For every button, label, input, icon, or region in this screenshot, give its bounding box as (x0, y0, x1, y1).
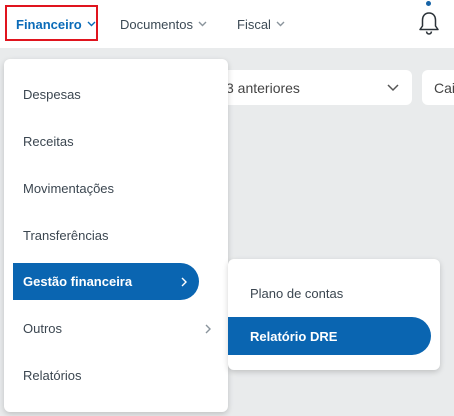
menu-item-despesas[interactable]: Despesas (13, 76, 199, 113)
nav-item-fiscal[interactable]: Fiscal (237, 0, 285, 48)
gestao-financeira-submenu: Plano de contas Relatório DRE (228, 259, 440, 370)
period-select[interactable]: 3 anteriores (208, 70, 412, 105)
secondary-filter-value: Cai (434, 79, 454, 96)
submenu-item-plano-de-contas[interactable]: Plano de contas (228, 274, 431, 312)
chevron-right-icon (205, 324, 211, 334)
menu-item-movimentacoes[interactable]: Movimentações (13, 170, 199, 207)
menu-item-label: Gestão financeira (23, 274, 133, 289)
chevron-right-icon (181, 277, 187, 287)
chevron-down-icon (87, 21, 96, 27)
menu-item-transferencias[interactable]: Transferências (13, 217, 199, 254)
menu-item-gestao-financeira[interactable]: Gestão financeira (13, 263, 199, 300)
menu-item-label: Despesas (23, 87, 81, 102)
financeiro-dropdown-menu: Despesas Receitas Movimentações Transfer… (4, 59, 228, 412)
menu-item-outros[interactable]: Outros (13, 310, 211, 347)
menu-item-receitas[interactable]: Receitas (13, 123, 199, 160)
menu-item-label: Movimentações (23, 181, 115, 196)
nav-item-label: Financeiro (16, 16, 82, 32)
menu-item-label: Relatórios (23, 368, 82, 383)
notification-dot (426, 1, 431, 6)
nav-item-label: Fiscal (237, 16, 271, 32)
menu-item-label: Receitas (23, 134, 74, 149)
submenu-item-label: Plano de contas (250, 285, 344, 301)
nav-item-label: Documentos (120, 16, 193, 32)
menu-item-relatorios[interactable]: Relatórios (13, 357, 199, 394)
period-select-value: 3 anteriores (226, 79, 300, 96)
chevron-down-icon (276, 21, 285, 27)
secondary-filter-field[interactable]: Cai (422, 70, 454, 105)
bell-icon[interactable] (418, 10, 440, 36)
submenu-item-relatorio-dre[interactable]: Relatório DRE (228, 317, 431, 355)
menu-item-label: Outros (23, 321, 63, 336)
submenu-item-label: Relatório DRE (250, 328, 338, 344)
chevron-down-icon (387, 84, 399, 92)
nav-item-financeiro[interactable]: Financeiro (16, 0, 96, 48)
nav-item-documentos[interactable]: Documentos (120, 0, 207, 48)
top-navigation-bar: Financeiro Documentos Fiscal (0, 0, 454, 48)
chevron-down-icon (198, 21, 207, 27)
menu-item-label: Transferências (23, 228, 109, 243)
